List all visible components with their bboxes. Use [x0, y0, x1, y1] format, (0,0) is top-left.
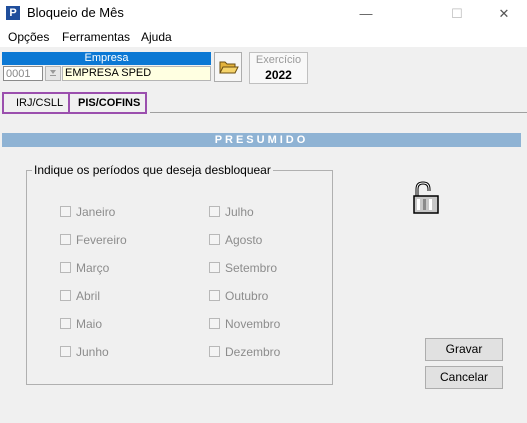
app-logo-icon: P: [6, 6, 20, 20]
label-julho: Julho: [225, 205, 254, 219]
checkbox-outubro[interactable]: [209, 290, 220, 301]
checkbox-maio[interactable]: [60, 318, 71, 329]
periods-group: [26, 170, 333, 385]
checkbox-junho[interactable]: [60, 346, 71, 357]
empresa-code-field[interactable]: 0001: [3, 66, 43, 81]
menu-ajuda[interactable]: Ajuda: [141, 30, 172, 44]
cancel-button[interactable]: Cancelar: [425, 366, 503, 389]
exercicio-value: 2022: [265, 68, 292, 82]
close-button[interactable]: ✕: [481, 0, 527, 27]
window-title: Bloqueio de Mês: [27, 5, 124, 20]
arrow-down-icon: [50, 70, 56, 76]
checkbox-novembro[interactable]: [209, 318, 220, 329]
checkbox-dezembro[interactable]: [209, 346, 220, 357]
empresa-lookup-button[interactable]: [45, 66, 61, 81]
maximize-button[interactable]: ☐: [434, 0, 480, 27]
unlock-icon: [410, 180, 442, 216]
label-janeiro: Janeiro: [76, 205, 116, 219]
open-folder-button[interactable]: [214, 52, 242, 82]
exercicio-box: Exercício 2022: [249, 52, 308, 84]
tab-divider: [68, 92, 70, 114]
checkbox-setembro[interactable]: [209, 262, 220, 273]
label-dezembro: Dezembro: [225, 345, 281, 359]
checkbox-janeiro[interactable]: [60, 206, 71, 217]
checkbox-marco[interactable]: [60, 262, 71, 273]
save-button[interactable]: Gravar: [425, 338, 503, 361]
menu-opcoes[interactable]: Opções: [8, 30, 49, 44]
empresa-label: Empresa: [2, 52, 211, 65]
empresa-name-field: EMPRESA SPED: [62, 66, 211, 81]
periods-group-legend: Indique os períodos que deseja desbloque…: [32, 163, 273, 177]
checkbox-agosto[interactable]: [209, 234, 220, 245]
label-outubro: Outubro: [225, 289, 269, 303]
label-setembro: Setembro: [225, 261, 278, 275]
checkbox-abril[interactable]: [60, 290, 71, 301]
label-marco: Março: [76, 261, 110, 275]
label-fevereiro: Fevereiro: [76, 233, 127, 247]
exercicio-label: Exercício: [255, 54, 302, 66]
section-title: PRESUMIDO: [2, 133, 521, 147]
label-junho: Junho: [76, 345, 109, 359]
checkbox-fevereiro[interactable]: [60, 234, 71, 245]
menu-ferramentas[interactable]: Ferramentas: [62, 30, 130, 44]
tab-irj-csll[interactable]: IRJ/CSLL: [16, 97, 63, 109]
label-abril: Abril: [76, 289, 101, 303]
label-maio: Maio: [76, 317, 103, 331]
tab-pis-cofins[interactable]: PIS/COFINS: [78, 97, 140, 109]
label-agosto: Agosto: [225, 233, 263, 247]
open-folder-icon: [219, 61, 239, 74]
tab-panel-border: [150, 112, 527, 113]
label-novembro: Novembro: [225, 317, 281, 331]
minimize-button[interactable]: —: [343, 0, 389, 27]
checkbox-julho[interactable]: [209, 206, 220, 217]
